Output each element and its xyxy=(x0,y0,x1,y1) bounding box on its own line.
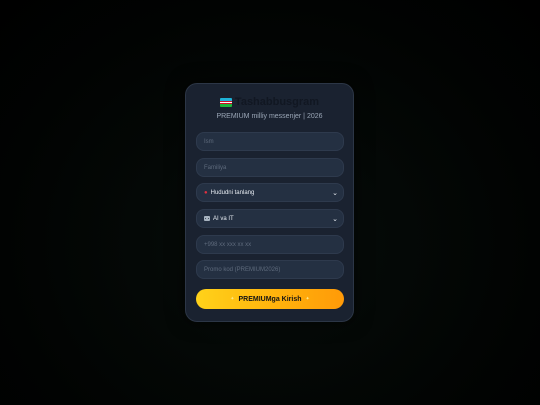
robot-icon xyxy=(204,216,210,221)
category-select-value: AI va IT xyxy=(213,215,234,222)
promo-placeholder: Promo kod (PREMIUM2026) xyxy=(204,266,281,273)
premium-login-label: PREMIUMga Kirish xyxy=(238,295,302,303)
name-placeholder: Ism xyxy=(204,138,214,145)
app-title: Tashabbusgram xyxy=(186,96,353,108)
pin-icon: ● xyxy=(204,189,208,196)
surname-input[interactable]: Familiya xyxy=(196,158,344,177)
signup-card: Tashabbusgram PREMIUM milliy messenjer |… xyxy=(185,83,354,322)
sparkle-icon: ✦ xyxy=(230,296,235,302)
chevron-down-icon: ⌄ xyxy=(332,189,338,197)
name-input[interactable]: Ism xyxy=(196,132,344,151)
chevron-down-icon: ⌄ xyxy=(332,215,338,223)
uzbekistan-flag-icon xyxy=(219,97,232,107)
surname-placeholder: Familiya xyxy=(204,164,227,171)
sparkle-icon: ✦ xyxy=(305,296,310,302)
phone-input[interactable]: +998 xx xxx xx xx xyxy=(196,235,344,254)
region-select[interactable]: ● Hududni tanlang ⌄ xyxy=(196,183,344,202)
app-subtitle: PREMIUM milliy messenjer | 2026 xyxy=(216,113,323,120)
category-select[interactable]: AI va IT ⌄ xyxy=(196,209,344,228)
promo-code-input[interactable]: Promo kod (PREMIUM2026) xyxy=(196,260,344,279)
premium-login-button[interactable]: ✦ PREMIUMga Kirish ✦ xyxy=(196,289,344,309)
app-title-text: Tashabbusgram xyxy=(234,96,320,108)
phone-placeholder: +998 xx xxx xx xx xyxy=(204,241,252,248)
region-select-value: Hududni tanlang xyxy=(210,189,255,196)
